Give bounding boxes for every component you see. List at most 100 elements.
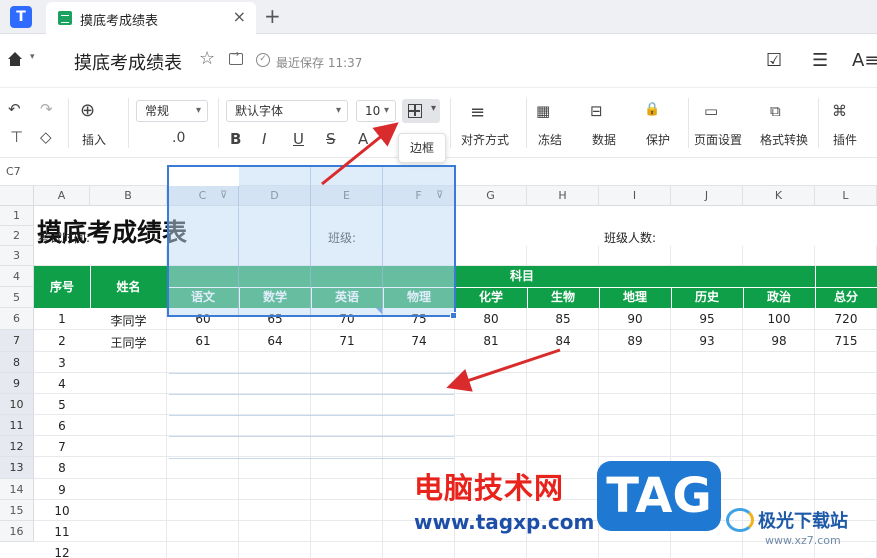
page-setup-icon[interactable]: ▭ [704, 102, 718, 120]
column-header-j[interactable]: J [671, 186, 743, 206]
undo-icon[interactable]: ↶ [8, 100, 21, 118]
subject-header[interactable]: 历史 [671, 287, 743, 308]
cell-score[interactable]: 61 [167, 334, 239, 348]
cell-score[interactable]: 81 [455, 334, 527, 348]
row-header-10[interactable]: 10 [0, 394, 34, 415]
row-header-1[interactable]: 1 [0, 206, 34, 226]
number-format-select[interactable]: 常规 [136, 100, 208, 122]
add-task-icon[interactable]: ☑ [766, 50, 782, 71]
document-title[interactable]: 摸底考成绩表 [74, 49, 182, 75]
row-header-15[interactable]: 15 [0, 500, 34, 521]
cell-no[interactable]: 11 [34, 525, 90, 539]
column-header-i[interactable]: I [599, 186, 671, 206]
italic-button[interactable]: I [262, 130, 266, 148]
cell-no[interactable]: 7 [34, 440, 90, 454]
format-painter-icon[interactable]: ⊤ [10, 128, 23, 146]
row-header-9[interactable]: 9 [0, 373, 34, 394]
header-no[interactable]: 序号 [34, 266, 90, 308]
font-color-button[interactable]: A [358, 130, 368, 148]
close-tab-icon[interactable]: × [233, 7, 246, 26]
row-header-5[interactable]: 5 [0, 287, 34, 308]
subject-header[interactable]: 总分 [815, 287, 877, 308]
decimal-button[interactable]: .0 [172, 130, 185, 146]
subject-header[interactable]: 地理 [599, 287, 671, 308]
cell-score[interactable]: 89 [599, 334, 671, 348]
insert-label[interactable]: 插入 [82, 131, 106, 148]
freeze-icon[interactable]: ▦ [536, 102, 550, 120]
cell-score[interactable]: 84 [527, 334, 599, 348]
subject-header[interactable]: 化学 [455, 287, 527, 308]
cell-no[interactable]: 3 [34, 356, 90, 370]
column-header-h[interactable]: H [527, 186, 599, 206]
page-setup-label[interactable]: 页面设置 [694, 131, 742, 148]
cell-name[interactable]: 王同学 [90, 334, 167, 351]
cell-reference[interactable]: C7 [6, 165, 21, 178]
cell-score[interactable]: 98 [743, 334, 815, 348]
font-family-select[interactable]: 默认字体 [226, 100, 348, 122]
font-size-select[interactable]: 10 [356, 100, 396, 122]
redo-icon[interactable]: ↷ [40, 100, 53, 118]
cell-no[interactable]: 5 [34, 398, 90, 412]
cell-score[interactable]: 95 [671, 312, 743, 326]
app-logo-icon[interactable]: T [10, 6, 32, 28]
new-tab-icon[interactable]: + [264, 4, 281, 28]
cell-score[interactable]: 100 [743, 312, 815, 326]
row-header-7[interactable]: 7 [0, 330, 34, 352]
cell-no[interactable]: 2 [34, 334, 90, 348]
cell-no[interactable]: 6 [34, 419, 90, 433]
border-button[interactable]: ▾ [402, 99, 440, 123]
font-mode-icon[interactable]: A≡ [852, 50, 877, 71]
cell-score[interactable]: 715 [815, 334, 877, 348]
cell-no[interactable]: 12 [34, 546, 90, 558]
subject-header[interactable]: 生物 [527, 287, 599, 308]
lock-icon[interactable]: 🔒 [644, 102, 660, 117]
column-header-l[interactable]: L [815, 186, 877, 206]
cell-score[interactable]: 80 [455, 312, 527, 326]
format-convert-label[interactable]: 格式转换 [760, 131, 808, 148]
cell-no[interactable]: 8 [34, 461, 90, 475]
row-header-4[interactable]: 4 [0, 266, 34, 287]
home-icon[interactable] [8, 52, 22, 66]
header-name[interactable]: 姓名 [90, 266, 167, 308]
underline-button[interactable]: U [293, 130, 304, 148]
data-icon[interactable]: ⊟ [590, 102, 603, 120]
row-header-2[interactable]: 2 [0, 226, 34, 246]
select-all-corner[interactable] [0, 186, 34, 206]
cell-score[interactable]: 85 [527, 312, 599, 326]
menu-icon[interactable]: ☰ [812, 50, 828, 71]
freeze-label[interactable]: 冻结 [538, 131, 562, 148]
cell-no[interactable]: 4 [34, 377, 90, 391]
column-header-a[interactable]: A [34, 186, 90, 206]
align-label[interactable]: 对齐方式 [461, 131, 509, 148]
cell-score[interactable]: 64 [239, 334, 311, 348]
format-convert-icon[interactable]: ⧉ [770, 102, 781, 120]
bold-button[interactable]: B [230, 130, 241, 148]
data-label[interactable]: 数据 [592, 131, 616, 148]
column-header-b[interactable]: B [90, 186, 167, 206]
column-header-g[interactable]: G [455, 186, 527, 206]
row-header-11[interactable]: 11 [0, 415, 34, 436]
cell-no[interactable]: 9 [34, 483, 90, 497]
row-header-16[interactable]: 16 [0, 521, 34, 542]
row-header-6[interactable]: 6 [0, 308, 34, 330]
cell-score[interactable]: 74 [383, 334, 455, 348]
class-count-label[interactable]: 班级人数: [604, 229, 656, 246]
insert-icon[interactable]: ⊕ [80, 100, 95, 121]
cell-score[interactable]: 90 [599, 312, 671, 326]
cell-no[interactable]: 1 [34, 312, 90, 326]
fill-handle[interactable] [450, 312, 457, 319]
chevron-down-icon[interactable]: ▾ [431, 103, 436, 114]
plugin-icon[interactable]: ⌘ [832, 102, 847, 120]
chevron-down-icon[interactable]: ▾ [30, 52, 35, 62]
cell-score[interactable]: 93 [671, 334, 743, 348]
column-header-k[interactable]: K [743, 186, 815, 206]
eraser-icon[interactable]: ◇ [40, 128, 52, 146]
exam-time-label[interactable]: 考试时间: [38, 229, 90, 246]
row-header-14[interactable]: 14 [0, 479, 34, 500]
protect-label[interactable]: 保护 [646, 131, 670, 148]
active-cell[interactable] [169, 167, 239, 186]
document-tab[interactable]: 摸底考成绩表 × [46, 2, 256, 34]
subject-header[interactable]: 政治 [743, 287, 815, 308]
row-header-8[interactable]: 8 [0, 352, 34, 373]
cell-score[interactable]: 71 [311, 334, 383, 348]
